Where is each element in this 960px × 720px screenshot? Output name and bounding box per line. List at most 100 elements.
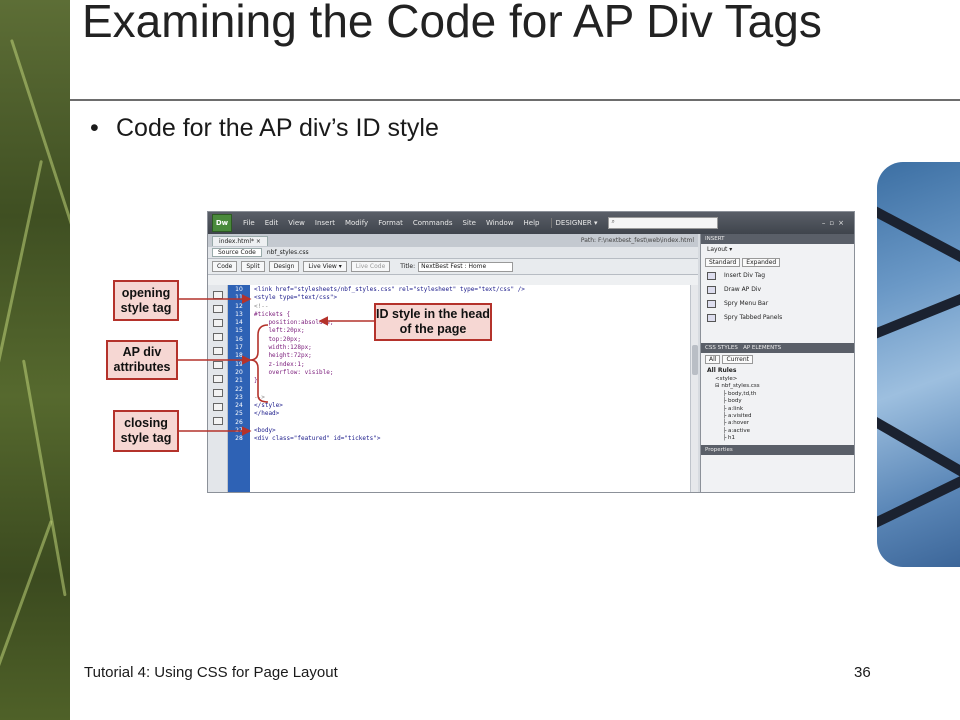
menu-bar-icon — [707, 300, 716, 308]
page-number: 36 — [854, 664, 871, 681]
coding-toolbar — [208, 285, 228, 492]
callout-opening-style-tag: opening style tag — [113, 280, 179, 321]
css-styles-tab[interactable]: CSS STYLES — [705, 345, 738, 351]
live-view-button[interactable]: Live View ▾ — [303, 261, 347, 272]
css-rule-item[interactable]: ├ a:hover — [715, 420, 854, 427]
document-window: index.html* × Path: F:\nextbest_fest\web… — [208, 234, 698, 492]
code-line[interactable]: } — [254, 377, 690, 385]
insert-div-tag-item[interactable]: Insert Div Tag — [701, 269, 854, 283]
live-code-button[interactable]: Live Code — [350, 261, 391, 272]
menu-file[interactable]: File — [238, 219, 260, 227]
menu-commands[interactable]: Commands — [408, 219, 458, 227]
line-number: 23 — [235, 393, 243, 401]
code-line[interactable]: </style> — [254, 402, 690, 410]
css-panel-header: CSS STYLES AP ELEMENTS — [701, 343, 854, 353]
menu-window[interactable]: Window — [481, 219, 519, 227]
format-icon[interactable] — [212, 417, 223, 425]
select-parent-icon[interactable] — [212, 333, 223, 341]
line-number: 20 — [235, 368, 243, 376]
css-rules-tree[interactable]: <style> ⊟ nbf_styles.css ├ body,td,th ├ b… — [701, 376, 854, 443]
code-line[interactable]: <link href="stylesheets/nbf_styles.css" … — [254, 286, 690, 294]
draw-ap-div-item[interactable]: Draw AP Div — [701, 283, 854, 297]
panel-group: INSERT Layout ▾ Standard Expanded Insert… — [700, 234, 854, 492]
code-line[interactable]: --> — [254, 394, 690, 402]
code-line[interactable]: z-index:1; — [254, 361, 690, 369]
insert-category[interactable]: Layout ▾ — [701, 244, 854, 256]
line-number: 12 — [235, 302, 243, 310]
dreamweaver-logo-icon: Dw — [212, 214, 232, 232]
css-rule-item[interactable]: ├ a:active — [715, 428, 854, 435]
line-numbers-icon[interactable] — [212, 347, 223, 355]
related-file-source[interactable]: Source Code — [212, 248, 262, 257]
code-line[interactable] — [254, 419, 690, 427]
current-mode-button[interactable]: Current — [722, 355, 753, 364]
menu-site[interactable]: Site — [457, 219, 480, 227]
collapse-icon[interactable] — [212, 305, 223, 313]
line-number: 11 — [235, 294, 243, 302]
code-line[interactable]: overflow: visible; — [254, 369, 690, 377]
syntax-icon[interactable] — [212, 375, 223, 383]
line-number: 13 — [235, 310, 243, 318]
document-tab[interactable]: index.html* × — [212, 235, 268, 246]
expanded-mode-button[interactable]: Expanded — [742, 258, 781, 267]
css-rule-item[interactable]: ├ body — [715, 398, 854, 405]
document-toolbar: Code Split Design Live View ▾ Live Code … — [208, 259, 698, 275]
split-view-button[interactable]: Split — [241, 261, 265, 272]
file-path: Path: F:\nextbest_fest\web\index.html — [580, 237, 694, 244]
title-field[interactable]: NextBest Fest : Home — [418, 261, 514, 272]
menu-modify[interactable]: Modify — [340, 219, 373, 227]
css-rule-item[interactable]: ├ a:link — [715, 406, 854, 413]
workspace-switcher[interactable]: DESIGNER ▾ — [550, 218, 602, 228]
highlight-invalid-icon[interactable] — [212, 361, 223, 369]
menu-view[interactable]: View — [283, 219, 310, 227]
indent-icon[interactable] — [212, 403, 223, 411]
menu-help[interactable]: Help — [519, 219, 545, 227]
line-number: 24 — [235, 402, 243, 410]
menu-format[interactable]: Format — [373, 219, 408, 227]
line-number: 10 — [235, 286, 243, 293]
insert-mode-toggle: Standard Expanded — [701, 256, 854, 269]
code-line[interactable]: <div class="featured" id="tickets"> — [254, 435, 690, 443]
code-view-button[interactable]: Code — [212, 261, 238, 272]
css-mode-toggle: All Current — [701, 353, 854, 366]
search-input[interactable]: ⌕ — [607, 217, 718, 229]
related-file-css[interactable]: nbf_styles.css — [262, 249, 314, 256]
menu-edit[interactable]: Edit — [260, 219, 284, 227]
menu-bar: Dw File Edit View Insert Modify Format C… — [208, 212, 854, 234]
comment-icon[interactable] — [212, 389, 223, 397]
spry-tabbed-panels-item[interactable]: Spry Tabbed Panels — [701, 311, 854, 325]
design-view-button[interactable]: Design — [268, 261, 300, 272]
ap-elements-tab[interactable]: AP ELEMENTS — [743, 345, 781, 351]
insert-panel-header[interactable]: INSERT — [701, 234, 854, 244]
title-label: Title: — [400, 263, 416, 270]
standard-mode-button[interactable]: Standard — [705, 258, 741, 267]
decorative-leaf-image — [0, 0, 70, 720]
expand-icon[interactable] — [212, 319, 223, 327]
window-controls-icon[interactable]: –▫× — [822, 219, 854, 227]
line-number: 19 — [235, 360, 243, 368]
line-number: 21 — [235, 377, 243, 385]
all-mode-button[interactable]: All — [705, 355, 721, 364]
code-scrollbar[interactable] — [690, 285, 698, 492]
code-line[interactable]: <body> — [254, 427, 690, 435]
code-line[interactable]: <style type="text/css"> — [254, 294, 690, 302]
properties-header[interactable]: Properties — [701, 444, 854, 455]
code-line[interactable]: </head> — [254, 410, 690, 418]
line-number: 26 — [235, 418, 243, 426]
menu-insert[interactable]: Insert — [310, 219, 340, 227]
document-tab-bar: index.html* × Path: F:\nextbest_fest\web… — [208, 234, 698, 247]
code-line[interactable] — [254, 386, 690, 394]
title-divider — [70, 99, 960, 101]
line-number: 28 — [235, 435, 243, 443]
css-rule-item[interactable]: <style> — [715, 376, 854, 383]
tabbed-panels-icon — [707, 314, 716, 322]
callout-closing-style-tag: closing style tag — [113, 410, 179, 452]
code-line[interactable]: width:128px; — [254, 344, 690, 352]
bullet-icon: • — [90, 114, 99, 142]
spry-menu-bar-item[interactable]: Spry Menu Bar — [701, 297, 854, 311]
css-rule-item[interactable]: ├ h1 — [715, 435, 854, 442]
line-number: 15 — [235, 327, 243, 335]
open-documents-icon[interactable] — [212, 291, 223, 299]
css-rule-item[interactable]: ⊟ nbf_styles.css — [715, 383, 854, 390]
code-line[interactable]: height:72px; — [254, 352, 690, 360]
